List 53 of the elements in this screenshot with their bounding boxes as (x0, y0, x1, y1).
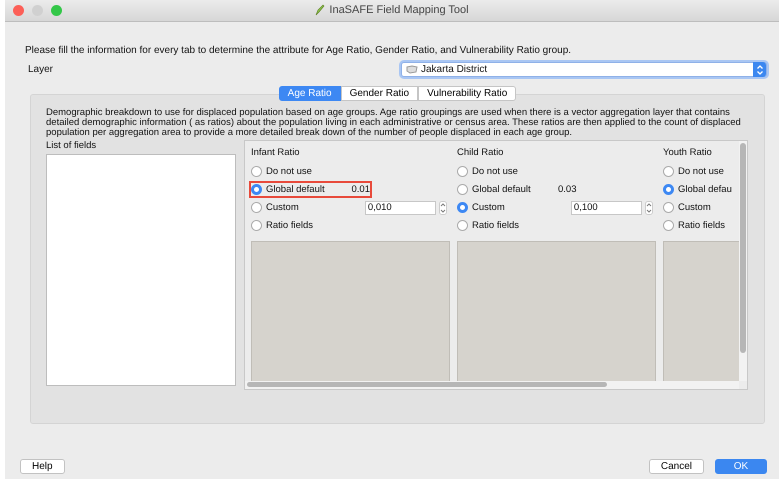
horizontal-scrollbar[interactable] (245, 381, 739, 389)
option-label: Do not use (678, 166, 725, 177)
option-label: Custom (266, 202, 300, 213)
cancel-button[interactable]: Cancel (648, 459, 704, 474)
tab[interactable]: Gender Ratio (340, 86, 418, 101)
radio-button[interactable] (251, 202, 262, 213)
description-text: Demographic breakdown to use for displaced population based on age groups. Age ratio groupings are used when there is a vector aggregation layer that contains detailed demographic information ( as ratios) about the population living in each administrative or census area. These ratios are then applied to the count of displaced population per aggregation area to provide a more detailed break down of the number of people displaced in each age group. (46, 108, 742, 138)
dropdown-arrows-icon (753, 62, 766, 77)
ratio-title: Infant Ratio (251, 147, 301, 158)
window-title: InaSAFE Field Mapping Tool (329, 4, 469, 16)
radio-button[interactable] (457, 202, 468, 213)
ratio-input[interactable]: 0,100 (570, 200, 642, 214)
stepper-icon[interactable] (439, 200, 447, 214)
instruction-text: Please fill the information for every tab to determine the attribute for Age Ratio, Gender Ratio, and Vulnerability Ratio group. (25, 45, 572, 56)
option-label: Custom (472, 202, 506, 213)
radio-button[interactable] (457, 166, 468, 177)
radio-button[interactable] (457, 220, 468, 231)
zoom-button[interactable] (51, 5, 62, 16)
layer-label: Layer (28, 64, 54, 75)
layer-dropdown[interactable]: Jakarta District (401, 62, 767, 77)
tab[interactable]: Vulnerability Ratio (418, 86, 516, 101)
polygon-layer-icon (406, 65, 418, 74)
stepper-icon[interactable] (645, 200, 653, 214)
option-label: Ratio fields (266, 220, 314, 231)
radio-button[interactable] (251, 184, 262, 195)
option-label: Global default (472, 184, 532, 195)
pencil-icon (315, 4, 326, 16)
radio-button[interactable] (663, 202, 674, 213)
option-label: Do not use (266, 166, 313, 177)
ok-button[interactable]: OK (715, 459, 767, 474)
minimize-button[interactable] (32, 5, 43, 16)
radio-button[interactable] (251, 166, 262, 177)
close-button[interactable] (13, 5, 24, 16)
ratio-title: Youth Ratio (663, 147, 713, 158)
ratio-input[interactable]: 0,010 (364, 200, 436, 214)
option-label: Custom (678, 202, 712, 213)
option-label: Global default (266, 184, 326, 195)
option-label: Ratio fields (678, 220, 726, 231)
radio-button[interactable] (663, 166, 674, 177)
vertical-scrollbar[interactable] (739, 141, 747, 381)
field-list[interactable] (46, 154, 236, 386)
ratio-title: Child Ratio (457, 147, 504, 158)
radio-button[interactable] (457, 184, 468, 195)
radio-button[interactable] (251, 220, 262, 231)
default-value: 0.01 (352, 184, 370, 195)
help-button[interactable]: Help (20, 459, 65, 474)
option-label: Do not use (472, 166, 519, 177)
option-label: Ratio fields (472, 220, 520, 231)
option-label: Global defau (678, 184, 733, 195)
list-label: List of fields (46, 140, 98, 151)
default-value: 0.03 (558, 184, 576, 195)
radio-button[interactable] (663, 220, 674, 231)
radio-button[interactable] (663, 184, 674, 195)
